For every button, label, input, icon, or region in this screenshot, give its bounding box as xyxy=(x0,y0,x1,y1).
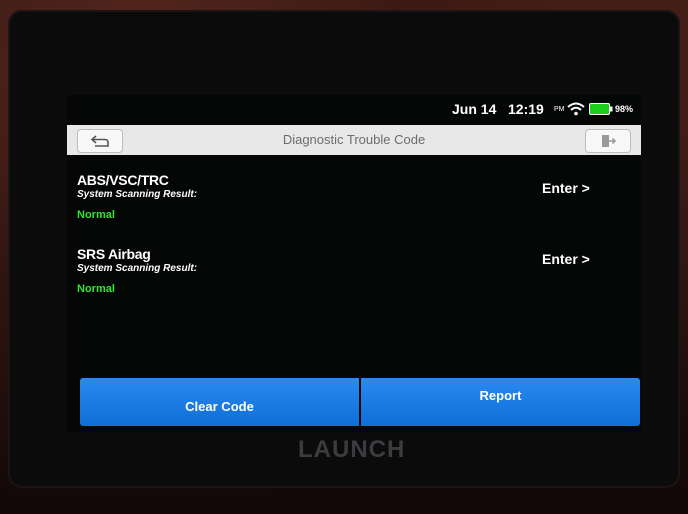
enter-button-abs[interactable]: Enter > xyxy=(542,180,590,196)
page-title: Diagnostic Trouble Code xyxy=(282,132,426,147)
title-bar: Diagnostic Trouble Code xyxy=(67,125,641,155)
battery-level: 98% xyxy=(615,104,634,114)
enter-button-srs[interactable]: Enter > xyxy=(542,251,590,267)
status-ampm: PM xyxy=(554,106,565,113)
battery-icon xyxy=(589,103,613,115)
system-name: SRS Airbag xyxy=(77,246,151,262)
report-button[interactable]: Report xyxy=(361,378,640,426)
exit-icon xyxy=(602,135,616,147)
scan-status: Normal xyxy=(77,209,115,221)
device-screen: Jun 14 12:19 PM 98% Diagnostic Trouble C… xyxy=(67,95,641,432)
status-date: Jun 14 xyxy=(452,101,497,117)
clear-code-button[interactable]: Clear Code xyxy=(80,378,359,426)
action-bar: Clear Code Report xyxy=(80,378,640,426)
back-button[interactable] xyxy=(77,129,123,153)
scan-result-label: System Scanning Result: xyxy=(77,189,198,200)
exit-button[interactable] xyxy=(585,129,631,153)
scan-status: Normal xyxy=(77,283,115,295)
status-bar: Jun 14 12:19 PM 98% xyxy=(67,95,641,123)
system-item-abs: ABS/VSC/TRC System Scanning Result: Norm… xyxy=(77,172,197,221)
status-time: 12:19 xyxy=(508,101,544,117)
back-icon xyxy=(90,135,109,147)
brand-logo: LAUNCH xyxy=(298,436,406,463)
system-item-srs: SRS Airbag System Scanning Result: Norma… xyxy=(77,246,197,295)
scan-result-label: System Scanning Result: xyxy=(77,263,198,274)
wifi-icon xyxy=(567,102,585,116)
system-name: ABS/VSC/TRC xyxy=(77,172,169,188)
